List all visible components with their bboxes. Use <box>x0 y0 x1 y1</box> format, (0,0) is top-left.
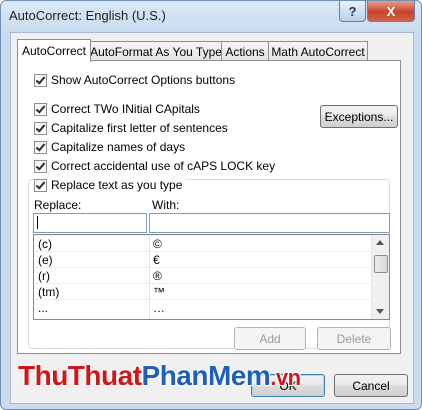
tab-label: AutoFormat As You Type <box>90 45 222 59</box>
add-button[interactable]: Add <box>234 327 306 350</box>
checkbox-checked-icon <box>34 121 47 135</box>
caps-lock-checkbox[interactable]: Correct accidental use of cAPS LOCK key <box>34 159 275 173</box>
tab-autocorrect[interactable]: AutoCorrect <box>17 39 91 62</box>
help-button[interactable]: ? <box>339 1 366 22</box>
list-row[interactable]: (e) € <box>34 251 379 268</box>
replace-cell: ... <box>38 301 49 315</box>
list-scrollbar[interactable] <box>371 235 389 319</box>
with-cell: … <box>153 301 165 315</box>
capitalize-first-checkbox[interactable]: Capitalize first letter of sentences <box>34 121 228 135</box>
replace-cell: (tm) <box>38 285 60 299</box>
replace-label: Replace: <box>34 198 82 212</box>
replace-input[interactable] <box>33 213 147 233</box>
watermark-part: PhanMem <box>141 360 271 391</box>
with-cell: € <box>153 253 160 267</box>
button-label: Exceptions... <box>324 109 394 124</box>
list-row[interactable]: (r) ® <box>34 267 379 284</box>
scroll-down-icon[interactable] <box>376 309 384 314</box>
dialog-body: AutoCorrect AutoFormat As You Type Actio… <box>10 32 414 404</box>
button-label: Cancel <box>352 378 390 393</box>
replace-cell: (r) <box>38 269 50 283</box>
button-label: Delete <box>336 331 372 346</box>
show-options-checkbox[interactable]: Show AutoCorrect Options buttons <box>34 73 235 87</box>
watermark-part: .vn <box>270 365 301 390</box>
tab-label: AutoCorrect <box>21 44 87 58</box>
two-initial-caps-checkbox[interactable]: Correct TWo INitial CApitals <box>34 102 200 116</box>
checkbox-checked-icon <box>34 178 47 192</box>
watermark-part: ThuThuat <box>18 360 142 391</box>
checkbox-label: Correct TWo INitial CApitals <box>51 102 200 116</box>
delete-button[interactable]: Delete <box>317 327 391 350</box>
close-icon: X <box>386 3 396 19</box>
checkbox-checked-icon <box>34 73 47 87</box>
replacement-list[interactable]: (c) © (e) € (r) ® (tm) ™ ... … <box>33 234 390 320</box>
close-button[interactable]: X <box>367 1 415 22</box>
capitalize-days-checkbox[interactable]: Capitalize names of days <box>34 140 185 154</box>
checkbox-checked-icon <box>34 140 47 154</box>
with-input[interactable] <box>149 213 390 233</box>
title-bar: AutoCorrect: English (U.S.) ? X <box>1 1 421 31</box>
window-title: AutoCorrect: English (U.S.) <box>9 8 166 23</box>
tab-actions[interactable]: Actions <box>221 41 269 62</box>
tab-label: Math AutoCorrect <box>271 45 365 59</box>
list-row[interactable]: ... … <box>34 299 379 316</box>
autocorrect-dialog: AutoCorrect: English (U.S.) ? X AutoCorr… <box>0 0 422 410</box>
checkbox-label: Capitalize names of days <box>51 140 186 154</box>
with-cell: ™ <box>153 285 165 299</box>
replace-cell: (e) <box>38 253 53 267</box>
checkbox-label: Replace text as you type <box>51 178 183 192</box>
list-row[interactable]: (tm) ™ <box>34 283 379 300</box>
autocorrect-panel: Show AutoCorrect Options buttons Correct… <box>17 60 401 354</box>
tab-autoformat[interactable]: AutoFormat As You Type <box>90 41 222 62</box>
tab-label: Actions <box>225 45 265 59</box>
checkbox-label: Correct accidental use of cAPS LOCK key <box>51 159 276 173</box>
checkbox-label: Show AutoCorrect Options buttons <box>51 73 236 87</box>
scroll-thumb[interactable] <box>374 255 388 273</box>
with-cell: ® <box>153 269 162 283</box>
checkbox-checked-icon <box>34 159 47 173</box>
checkbox-label: Capitalize first letter of sentences <box>51 121 228 135</box>
checkbox-checked-icon <box>34 102 47 116</box>
watermark-logo: ThuThuatPhanMem.vn <box>18 360 301 392</box>
scroll-up-icon[interactable] <box>376 240 384 245</box>
tab-math-autocorrect[interactable]: Math AutoCorrect <box>268 41 368 62</box>
exceptions-button[interactable]: Exceptions... <box>320 105 398 128</box>
with-label: With: <box>152 198 180 212</box>
replace-cell: (c) <box>38 237 52 251</box>
cancel-button[interactable]: Cancel <box>334 374 408 397</box>
with-cell: © <box>153 237 162 251</box>
list-row[interactable]: (c) © <box>34 235 379 252</box>
button-label: Add <box>259 331 281 346</box>
replace-text-checkbox[interactable]: Replace text as you type <box>34 178 186 192</box>
help-icon: ? <box>348 3 357 19</box>
text-cursor <box>37 216 38 229</box>
